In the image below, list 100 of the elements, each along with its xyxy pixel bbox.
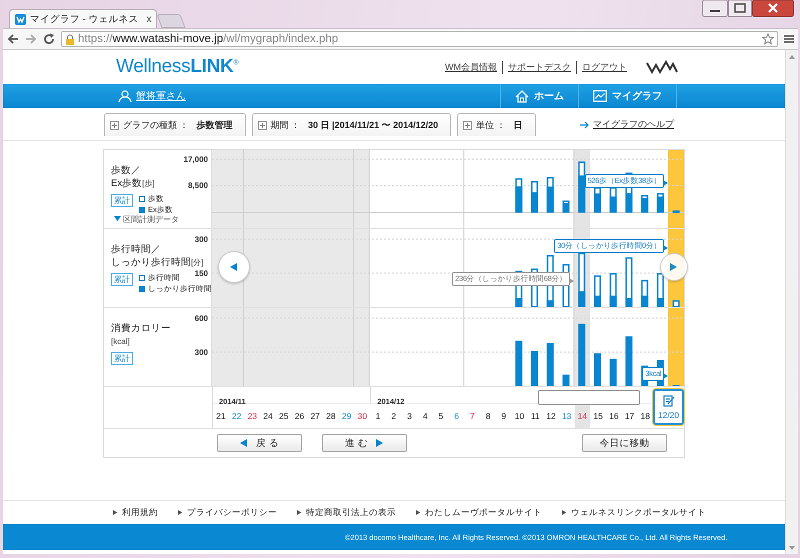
day-label[interactable]: 30 [354, 404, 370, 428]
star-icon[interactable] [762, 33, 774, 45]
bar [562, 374, 570, 386]
minimize-icon[interactable] [702, 0, 728, 17]
close-icon[interactable] [752, 0, 794, 17]
header-link[interactable]: ログアウト [576, 60, 632, 74]
day-label[interactable]: 4 [417, 404, 434, 428]
footer-link[interactable]: ウェルネスリンクポータルサイト [562, 506, 706, 518]
right-arrow-icon [376, 439, 384, 447]
header-link[interactable]: サポートデスク [502, 60, 576, 74]
total-toggle[interactable]: 累計 [111, 352, 133, 365]
filter-selector[interactable]: グラフの種類 ： 歩数管理 [104, 113, 246, 136]
day-label[interactable]: 1 [370, 404, 386, 428]
footer-link[interactable]: わたしムーヴポータルサイト [416, 506, 542, 518]
bar [578, 324, 586, 386]
day-label[interactable]: 3 [402, 404, 418, 428]
chart-title: 消費カロリー [kcal] [111, 322, 171, 348]
legend-swatch [139, 196, 145, 202]
day-label[interactable]: 22 [228, 404, 244, 428]
footer-link[interactable]: 特定商取引法上の表示 [297, 506, 396, 518]
footer-link[interactable]: 利用規約 [113, 506, 158, 518]
next-button[interactable] [660, 253, 688, 281]
day-label[interactable]: 28 [323, 404, 339, 428]
favicon-icon [15, 14, 26, 24]
axis-tick-label: 300 [194, 234, 208, 244]
day-label[interactable]: 8 [480, 404, 496, 428]
plus-icon [463, 120, 472, 130]
left-arrow-icon [230, 263, 238, 271]
day-label[interactable]: 16 [606, 404, 622, 428]
left-arrow-icon [240, 439, 248, 447]
day-label[interactable]: 7 [464, 404, 480, 428]
day-label[interactable]: 21 [213, 404, 229, 428]
bullet-icon [297, 510, 302, 515]
home-icon [515, 90, 529, 102]
bar [546, 343, 554, 386]
bullet-icon [113, 510, 118, 515]
user-icon [118, 90, 132, 102]
day-label[interactable]: 24 [260, 404, 276, 428]
bar [515, 340, 522, 386]
maximize-icon[interactable] [728, 0, 752, 17]
chart-icon [593, 90, 607, 102]
reload-icon[interactable] [43, 33, 55, 45]
bar [531, 350, 538, 386]
day-label[interactable]: 18 [637, 404, 654, 428]
day-label[interactable]: 2 [386, 404, 402, 428]
bullet-icon [562, 510, 567, 515]
total-toggle[interactable]: 累計 [111, 273, 133, 286]
tab-title: マイグラフ - ウェルネス [30, 12, 138, 26]
bullet-icon [178, 510, 183, 515]
day-label[interactable]: 11 [527, 404, 544, 428]
day-label[interactable]: 10 [512, 404, 528, 428]
day-label[interactable]: 23 [244, 404, 260, 428]
day-label[interactable]: 27 [307, 404, 324, 428]
bar [610, 358, 617, 386]
interval-data-link[interactable]: 区間計測データ [114, 214, 179, 225]
help-link[interactable]: マイグラフのヘルプ [580, 118, 674, 131]
day-label[interactable]: 25 [276, 404, 292, 428]
browser-tab[interactable]: マイグラフ - ウェルネス x [9, 9, 158, 28]
day-label[interactable]: 29 [338, 404, 354, 428]
logo-icon[interactable] [646, 60, 678, 74]
day-label[interactable]: 14 [574, 404, 590, 428]
axis-tick-label: 150 [194, 268, 208, 278]
site-logo[interactable]: WellnessLINK$^{®}$ [116, 56, 238, 78]
bullet-icon [416, 510, 421, 515]
forward-button[interactable]: 進 む [322, 434, 407, 452]
header-link[interactable]: WM会員情報 [440, 60, 502, 74]
arrow-icon [580, 120, 589, 128]
today-button[interactable]: 今日に移動 [582, 434, 667, 452]
day-label[interactable]: 9 [496, 404, 512, 428]
day-label[interactable]: 15 [590, 404, 606, 428]
back-icon[interactable] [7, 33, 19, 45]
filter-selector[interactable]: 単位 ： 日 [457, 113, 536, 136]
back-button[interactable]: 戻 る [217, 434, 302, 452]
bar [594, 353, 601, 386]
day-label[interactable]: 13 [558, 404, 575, 428]
scrollbar[interactable] [785, 50, 798, 554]
day-label[interactable]: 5 [433, 404, 449, 428]
legend-swatch [139, 207, 145, 213]
day-label[interactable]: 6 [448, 404, 464, 428]
total-toggle[interactable]: 累計 [111, 194, 133, 207]
axis-tick-label: 600 [194, 314, 208, 323]
footer-link[interactable]: プライバシーポリシー [178, 506, 277, 518]
caret-icon [114, 216, 121, 223]
axis-tick-label: 8,500 [188, 181, 208, 190]
chart-title: 歩数／ Ex歩数[歩] [111, 164, 155, 190]
bar [625, 336, 632, 386]
note-icon [662, 394, 674, 406]
day-label[interactable]: 12 [543, 404, 559, 428]
filter-selector[interactable]: 期間 ： 30 日 |2014/11/21 〜 2014/12/20 [252, 113, 452, 136]
menu-icon[interactable] [784, 34, 794, 44]
right-arrow-icon [670, 263, 678, 271]
today-marker[interactable]: 12/20 [653, 389, 684, 425]
day-label[interactable]: 26 [292, 404, 308, 428]
address-bar[interactable]: https://www.watashi-move.jp/wl/mygraph/index.php [61, 31, 778, 47]
lock-icon [65, 34, 75, 44]
tab-close-button[interactable]: x [146, 14, 152, 24]
day-label[interactable]: 17 [622, 404, 638, 428]
legend-swatch [139, 286, 145, 292]
plus-icon [110, 120, 119, 130]
legend-swatch [139, 275, 145, 281]
